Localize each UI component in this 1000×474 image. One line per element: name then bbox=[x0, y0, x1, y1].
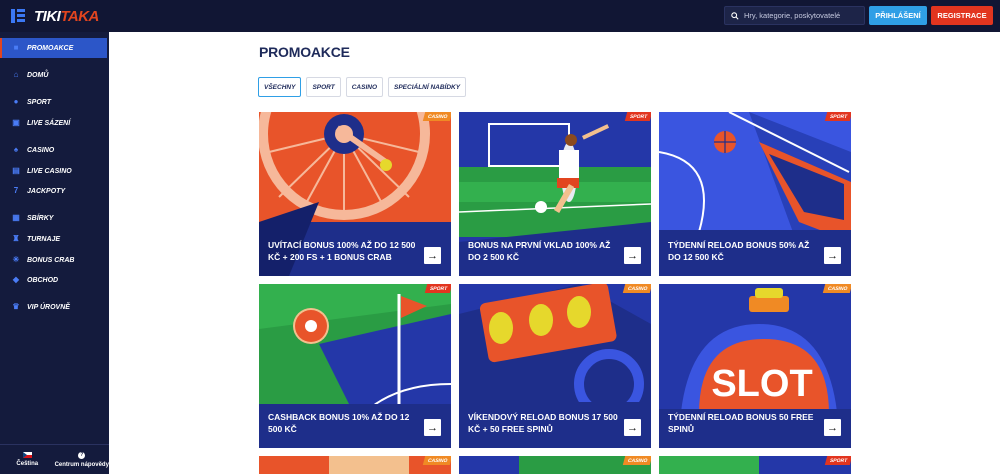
home-icon: ⌂ bbox=[13, 70, 19, 79]
filter-specialni-nabidky[interactable]: SPECIÁLNÍ NABÍDKY bbox=[388, 77, 467, 97]
sidebar-item-jackpoty[interactable]: 7 JACKPOTY bbox=[0, 181, 107, 201]
card-art bbox=[659, 456, 851, 474]
crown-icon: ♛ bbox=[12, 302, 20, 311]
sidebar-item-live-casino[interactable]: ▤ LIVE CASINO bbox=[0, 161, 107, 181]
top-bar: TIKITAKA PŘIHLÁŠENÍ REGISTRACE bbox=[0, 0, 1000, 32]
promo-card[interactable]: SPORT BONUS NA PRVNÍ VKLAD 100% AŽ DO 2 … bbox=[459, 112, 651, 276]
cards-icon: ♠ bbox=[13, 145, 19, 154]
promo-card[interactable]: SPORT TÝDENNÍ RELOAD BONUS 50% AŽ DO 12 … bbox=[659, 112, 851, 276]
category-badge: CASINO bbox=[622, 456, 651, 465]
menu-toggle-icon[interactable] bbox=[11, 9, 25, 23]
card-title: CASHBACK BONUS 10% AŽ DO 12 500 KČ bbox=[268, 412, 410, 434]
card-title: VÍKENDOVÝ RELOAD BONUS 17 500 KČ + 50 FR… bbox=[468, 412, 618, 434]
arrow-right-icon[interactable]: → bbox=[624, 247, 641, 264]
category-badge: CASINO bbox=[822, 284, 851, 293]
category-badge: CASINO bbox=[622, 284, 651, 293]
ball-icon: ● bbox=[13, 97, 19, 106]
help-center-link[interactable]: ? Centrum nápovědy bbox=[55, 445, 110, 474]
sidebar-item-live-sazeni[interactable]: ▣ LIVE SÁZENÍ bbox=[0, 113, 107, 133]
filter-vsechny[interactable]: VŠECHNY bbox=[258, 77, 302, 97]
sidebar-item-casino[interactable]: ♠ CASINO bbox=[0, 140, 107, 160]
arrow-right-icon[interactable]: → bbox=[424, 419, 441, 436]
czech-flag-icon bbox=[22, 452, 32, 458]
search-input[interactable] bbox=[744, 11, 864, 20]
arrow-right-icon[interactable]: → bbox=[824, 247, 841, 264]
logo[interactable]: TIKITAKA bbox=[34, 8, 99, 25]
collection-icon: ▦ bbox=[12, 213, 20, 222]
register-button[interactable]: REGISTRACE bbox=[931, 6, 993, 25]
category-badge: CASINO bbox=[422, 112, 451, 121]
language-selector[interactable]: Čeština bbox=[0, 445, 55, 474]
sidebar-item-sport[interactable]: ● SPORT bbox=[0, 92, 107, 112]
category-badge: SPORT bbox=[624, 112, 651, 121]
gift-icon: ■ bbox=[13, 43, 19, 52]
slot-sign-text: SLOT bbox=[711, 363, 812, 405]
sidebar-footer: Čeština ? Centrum nápovědy bbox=[0, 444, 109, 474]
sidebar-item-obchod[interactable]: ◆ OBCHOD bbox=[0, 270, 107, 290]
sidebar: ■ PROMOAKCE ⌂ DOMŮ ● SPORT ▣ LIVE SÁZENÍ ♠ CA… bbox=[0, 32, 109, 474]
promo-card[interactable]: CASINO bbox=[459, 456, 651, 474]
category-badge: SPORT bbox=[824, 456, 851, 465]
filter-casino[interactable]: CASINO bbox=[345, 77, 383, 97]
promo-card[interactable]: SPORT bbox=[659, 456, 851, 474]
search-box[interactable] bbox=[724, 6, 865, 25]
promo-card[interactable]: SPORT CASHBACK BONUS 10% AŽ DO 12 500 KČ… bbox=[259, 284, 451, 448]
arrow-right-icon[interactable]: → bbox=[824, 419, 841, 436]
card-title: BONUS NA PRVNÍ VKLAD 100% AŽ DO 2 500 KČ bbox=[468, 240, 611, 262]
sidebar-item-promoakce[interactable]: ■ PROMOAKCE bbox=[0, 38, 107, 58]
crab-icon: ✳ bbox=[12, 255, 20, 264]
sidebar-item-turnaje[interactable]: ♜ TURNAJE bbox=[0, 229, 107, 249]
login-button[interactable]: PŘIHLÁŠENÍ bbox=[869, 6, 927, 25]
help-icon: ? bbox=[78, 451, 86, 459]
trophy-icon: ♜ bbox=[12, 234, 20, 243]
card-title: TÝDENNÍ RELOAD BONUS 50 FREE SPINŮ bbox=[668, 412, 814, 434]
promo-card[interactable]: SLOT CASINO TÝDENNÍ RELOAD BONUS 50 FREE… bbox=[659, 284, 851, 448]
seven-icon: 7 bbox=[13, 186, 19, 195]
promo-card[interactable]: CASINO UVÍTACÍ BONUS 100% AŽ DO 12 500 K… bbox=[259, 112, 451, 276]
category-badge: CASINO bbox=[422, 456, 451, 465]
page-title: PROMOAKCE bbox=[259, 44, 350, 60]
card-art bbox=[459, 456, 651, 474]
card-title: UVÍTACÍ BONUS 100% AŽ DO 12 500 KČ + 200… bbox=[268, 240, 416, 262]
sidebar-item-domu[interactable]: ⌂ DOMŮ bbox=[0, 65, 107, 85]
sidebar-item-bonus-crab[interactable]: ✳ BONUS CRAB bbox=[0, 250, 107, 270]
promo-card[interactable]: CASINO VÍKENDOVÝ RELOAD BONUS 17 500 KČ … bbox=[459, 284, 651, 448]
card-art bbox=[259, 456, 451, 474]
sidebar-item-sbirky[interactable]: ▦ SBÍRKY bbox=[0, 208, 107, 228]
sidebar-item-vip-urovne[interactable]: ♛ VIP ÚROVNĚ bbox=[0, 297, 107, 317]
category-badge: SPORT bbox=[824, 112, 851, 121]
filter-tabs: VŠECHNY SPORT CASINO SPECIÁLNÍ NABÍDKY bbox=[258, 77, 467, 97]
category-badge: SPORT bbox=[424, 284, 451, 293]
shop-icon: ◆ bbox=[12, 275, 20, 284]
arrow-right-icon[interactable]: → bbox=[424, 247, 441, 264]
live-icon: ▣ bbox=[12, 118, 20, 127]
promo-card[interactable]: CASINO bbox=[259, 456, 451, 474]
filter-sport[interactable]: SPORT bbox=[306, 77, 341, 97]
search-icon bbox=[731, 11, 739, 20]
arrow-right-icon[interactable]: → bbox=[624, 419, 641, 436]
card-title: TÝDENNÍ RELOAD BONUS 50% AŽ DO 12 500 KČ bbox=[668, 240, 810, 262]
dealer-icon: ▤ bbox=[12, 166, 20, 175]
